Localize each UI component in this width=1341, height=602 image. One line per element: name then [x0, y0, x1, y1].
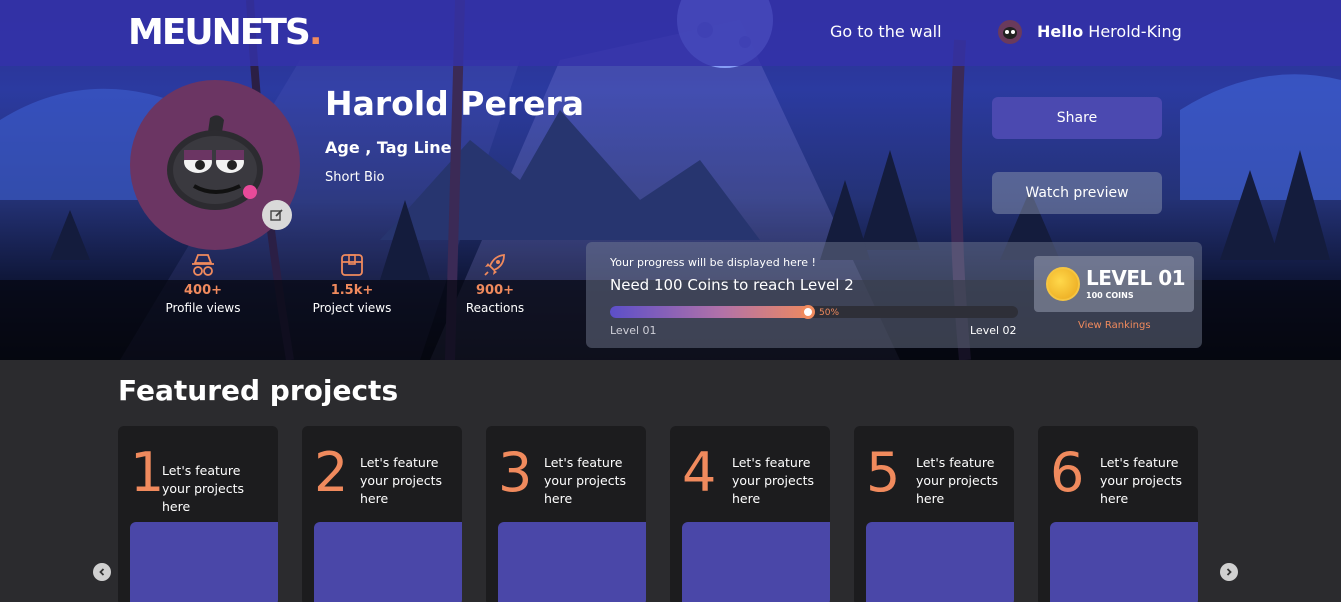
rocket-icon	[435, 252, 555, 280]
project-card[interactable]: 3 Let's feature your projects here	[486, 426, 646, 602]
current-level-label: Level 01	[610, 324, 657, 337]
project-thumbnail	[866, 522, 1014, 602]
progress-panel: Your progress will be displayed here ! N…	[586, 242, 1202, 348]
level-coins: 100 COINS	[1086, 291, 1134, 300]
project-card[interactable]: 2 Let's feature your projects here	[302, 426, 462, 602]
box-icon	[292, 252, 412, 280]
edit-icon	[270, 209, 283, 221]
chevron-right-icon	[1226, 568, 1232, 576]
stat-reactions: 900+ Reactions	[435, 252, 555, 315]
project-card[interactable]: 5 Let's feature your projects here	[854, 426, 1014, 602]
spy-icon	[143, 252, 263, 280]
share-button[interactable]: Share	[992, 97, 1162, 139]
progress-fill	[610, 306, 814, 318]
go-to-wall-link[interactable]: Go to the wall	[830, 22, 942, 41]
next-level-label: Level 02	[970, 324, 1017, 337]
user-avatar[interactable]	[998, 20, 1022, 44]
stat-profile-views: 400+ Profile views	[143, 252, 263, 315]
user-greeting[interactable]: Hello Herold-King	[1037, 22, 1182, 41]
carousel-prev-button[interactable]	[93, 563, 111, 581]
profile-tagline: Age , Tag Line	[325, 138, 452, 157]
chevron-left-icon	[99, 568, 105, 576]
stat-project-views: 1.5k+ Project views	[292, 252, 412, 315]
carousel-next-button[interactable]	[1220, 563, 1238, 581]
watch-preview-button[interactable]: Watch preview	[992, 172, 1162, 214]
progress-note: Your progress will be displayed here !	[610, 256, 816, 269]
project-thumbnail	[498, 522, 646, 602]
project-card[interactable]: 4 Let's feature your projects here	[670, 426, 830, 602]
view-rankings-link[interactable]: View Rankings	[1078, 320, 1151, 331]
level-badge: LEVEL 01 100 COINS	[1034, 256, 1194, 312]
progress-percent: 50%	[819, 308, 840, 318]
progress-requirement: Need 100 Coins to reach Level 2	[610, 276, 854, 294]
project-card[interactable]: 1 Let's feature your projects here	[118, 426, 278, 602]
project-thumbnail	[682, 522, 830, 602]
project-card[interactable]: 6 Let's feature your projects here	[1038, 426, 1198, 602]
level-title: LEVEL 01	[1086, 266, 1186, 290]
project-thumbnail	[1050, 522, 1198, 602]
profile-bio: Short Bio	[325, 170, 385, 185]
monster-avatar-icon	[167, 115, 263, 210]
avatar-face-icon	[1003, 27, 1017, 39]
project-thumbnail	[130, 522, 278, 602]
profile-name: Harold Perera	[325, 84, 585, 123]
progress-thumb	[801, 305, 815, 319]
project-thumbnail	[314, 522, 462, 602]
top-navbar: MEUNETS. Go to the wall Hello Herold-Kin…	[0, 0, 1341, 66]
logo[interactable]: MEUNETS.	[128, 12, 322, 53]
edit-avatar-button[interactable]	[262, 200, 292, 230]
featured-projects-title: Featured projects	[118, 374, 399, 407]
coin-icon	[1046, 267, 1080, 301]
